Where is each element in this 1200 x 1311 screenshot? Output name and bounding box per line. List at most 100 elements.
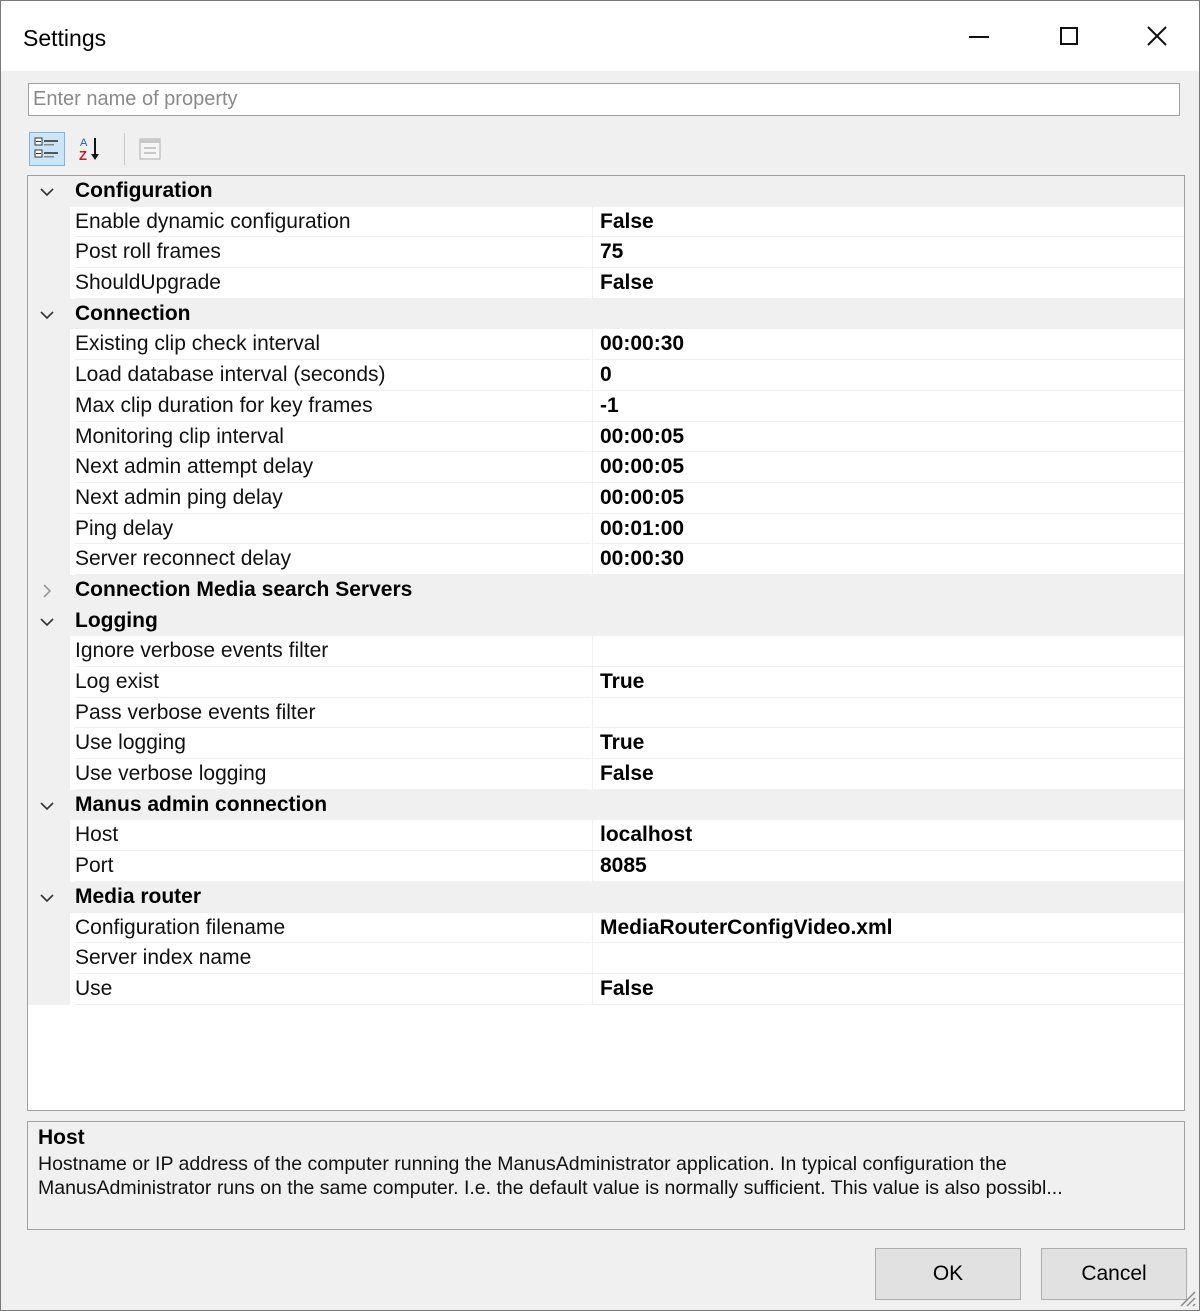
property-row[interactable]: Load database interval (seconds) 0	[28, 360, 1184, 391]
property-row[interactable]: Server index name	[28, 943, 1184, 974]
property-name: Use	[75, 974, 591, 1005]
property-row[interactable]: Use False	[28, 973, 1184, 1005]
property-value[interactable]: True	[592, 728, 1184, 760]
property-row[interactable]: Enable dynamic configuration False	[28, 206, 1184, 238]
alphabetical-button[interactable]: A Z	[71, 132, 107, 166]
category-row[interactable]: Logging	[28, 605, 1184, 637]
categorized-icon	[34, 137, 58, 158]
row-gutter	[28, 728, 70, 760]
property-value[interactable]: MediaRouterConfigVideo.xml	[592, 912, 1184, 944]
row-gutter	[28, 452, 70, 483]
property-value[interactable]	[592, 943, 1184, 974]
category-row[interactable]: Connection Media search Servers	[28, 574, 1184, 606]
minimize-button[interactable]	[934, 1, 1024, 71]
chevron-down-icon[interactable]	[38, 183, 56, 201]
row-gutter	[28, 390, 70, 422]
settings-window: Settings Enter name of property A Z Conf…	[0, 0, 1200, 1311]
property-value[interactable]	[592, 697, 1184, 729]
property-value[interactable]: False	[592, 973, 1184, 1005]
property-row[interactable]: Port 8085	[28, 851, 1184, 882]
chevron-down-icon[interactable]	[38, 797, 56, 815]
property-value[interactable]: False	[592, 759, 1184, 790]
property-value[interactable]: False	[592, 268, 1184, 299]
resize-grip-icon[interactable]	[1175, 1286, 1197, 1308]
row-gutter	[28, 851, 70, 882]
property-row[interactable]: Next admin attempt delay 00:00:05	[28, 452, 1184, 483]
property-row[interactable]: ShouldUpgrade False	[28, 268, 1184, 299]
property-row[interactable]: Ignore verbose events filter	[28, 636, 1184, 667]
property-name: Ignore verbose events filter	[75, 636, 591, 667]
close-button[interactable]	[1114, 1, 1200, 71]
property-row[interactable]: Configuration filename MediaRouterConfigV…	[28, 912, 1184, 944]
row-gutter	[28, 206, 70, 238]
property-name: Log exist	[75, 667, 591, 698]
property-value[interactable]: 00:00:30	[592, 544, 1184, 575]
property-value[interactable]: 00:00:05	[592, 482, 1184, 514]
property-pages-button[interactable]	[132, 132, 168, 166]
row-gutter	[28, 544, 70, 575]
property-value[interactable]: True	[592, 667, 1184, 698]
property-value[interactable]: 00:01:00	[592, 513, 1184, 545]
property-value[interactable]	[592, 636, 1184, 667]
property-value[interactable]: 8085	[592, 851, 1184, 882]
category-row[interactable]: Connection	[28, 298, 1184, 330]
chevron-down-icon[interactable]	[38, 613, 56, 631]
property-name: Monitoring clip interval	[75, 422, 591, 453]
property-row[interactable]: Use logging True	[28, 728, 1184, 760]
property-name: Existing clip check interval	[75, 329, 591, 361]
property-value[interactable]: False	[592, 206, 1184, 238]
property-row[interactable]: Next admin ping delay 00:00:05	[28, 482, 1184, 514]
category-label: Connection	[75, 301, 191, 325]
row-gutter	[28, 820, 70, 852]
property-grid[interactable]: Configuration Enable dynamic configuratio…	[27, 175, 1185, 1111]
row-gutter	[28, 667, 70, 698]
chevron-down-icon[interactable]	[38, 889, 56, 907]
property-search-input[interactable]	[28, 83, 1180, 116]
category-label: Connection Media search Servers	[75, 577, 413, 601]
property-value[interactable]: localhost	[592, 820, 1184, 852]
property-row[interactable]: Log exist True	[28, 667, 1184, 698]
row-gutter	[28, 697, 70, 729]
chevron-right-icon[interactable]	[38, 582, 56, 600]
property-value[interactable]: 75	[592, 237, 1184, 269]
property-toolbar: A Z	[29, 129, 329, 169]
property-row[interactable]: Server reconnect delay 00:00:30	[28, 544, 1184, 575]
close-icon	[1147, 26, 1167, 46]
property-name: Host	[75, 820, 591, 852]
chevron-down-icon[interactable]	[38, 306, 56, 324]
property-name: Use logging	[75, 728, 591, 760]
category-row[interactable]: Manus admin connection	[28, 789, 1184, 821]
property-row[interactable]: Monitoring clip interval 00:00:05	[28, 421, 1184, 453]
ok-button[interactable]: OK	[875, 1248, 1021, 1300]
property-row[interactable]: Host localhost	[28, 820, 1184, 852]
cancel-button[interactable]: Cancel	[1041, 1248, 1187, 1300]
property-value[interactable]: -1	[592, 390, 1184, 422]
category-row[interactable]: Media router	[28, 881, 1184, 913]
property-value[interactable]: 0	[592, 360, 1184, 391]
window-title: Settings	[23, 25, 107, 51]
alphabetical-sort-icon: A Z	[79, 137, 99, 163]
category-row[interactable]: Configuration	[28, 176, 1184, 207]
minimize-icon	[969, 36, 989, 38]
property-row[interactable]: Existing clip check interval 00:00:30	[28, 329, 1184, 361]
maximize-button[interactable]	[1024, 1, 1114, 71]
property-row[interactable]: Ping delay 00:01:00	[28, 513, 1184, 545]
property-name: Next admin attempt delay	[75, 452, 591, 483]
row-gutter	[28, 329, 70, 361]
property-row[interactable]: Pass verbose events filter	[28, 697, 1184, 729]
property-name: Ping delay	[75, 514, 591, 545]
help-title: Host	[38, 1126, 85, 1149]
property-value[interactable]: 00:00:05	[592, 421, 1184, 453]
property-value[interactable]: 00:00:30	[592, 329, 1184, 361]
property-row[interactable]: Max clip duration for key frames -1	[28, 390, 1184, 422]
categorized-button[interactable]	[29, 132, 65, 166]
property-name: Server reconnect delay	[75, 544, 591, 575]
property-row[interactable]: Post roll frames 75	[28, 237, 1184, 269]
property-name: ShouldUpgrade	[75, 268, 591, 299]
maximize-icon	[1060, 27, 1078, 45]
property-value[interactable]: 00:00:05	[592, 452, 1184, 483]
row-gutter	[28, 421, 70, 453]
category-label: Manus admin connection	[75, 792, 328, 816]
property-row[interactable]: Use verbose logging False	[28, 759, 1184, 790]
title-bar[interactable]: Settings	[1, 1, 1199, 71]
